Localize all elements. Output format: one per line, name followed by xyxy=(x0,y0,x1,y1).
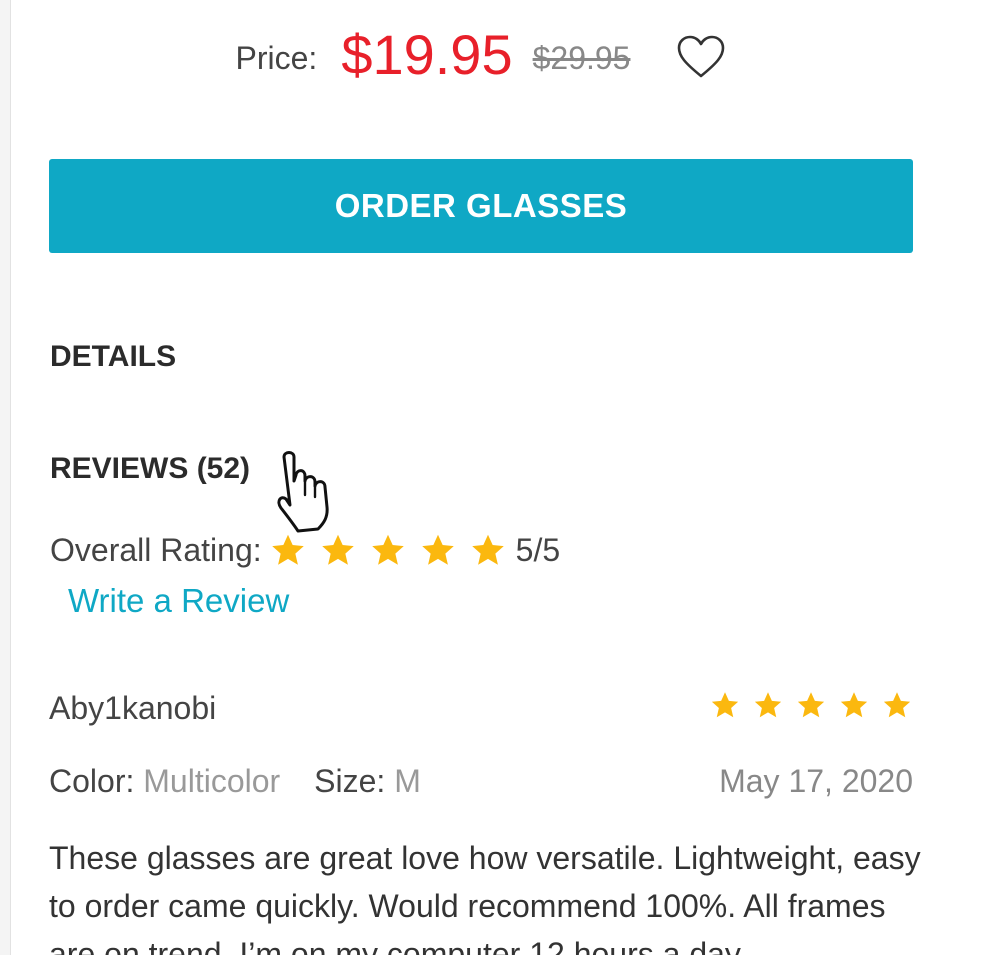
star-icon xyxy=(371,534,404,565)
star-icon xyxy=(711,692,739,718)
original-price: $29.95 xyxy=(532,39,631,76)
star-icon xyxy=(271,534,304,565)
star-icon xyxy=(321,534,354,565)
price-label: Price: xyxy=(235,39,318,76)
reviews-tab[interactable]: REVIEWS (52) xyxy=(50,452,250,486)
review-stars xyxy=(710,690,925,720)
star-icon xyxy=(840,692,868,718)
overall-rating-label: Overall Rating: xyxy=(50,531,262,568)
overall-rating: Overall Rating: 5/5 xyxy=(50,528,560,572)
star-icon xyxy=(754,692,782,718)
left-divider xyxy=(0,0,11,955)
write-review-link[interactable]: Write a Review xyxy=(68,582,289,620)
star-icon xyxy=(421,534,454,565)
color-value: Multicolor xyxy=(143,763,281,799)
product-page: Price: $19.95 $29.95 ORDER GLASSES DETAI… xyxy=(0,0,992,955)
size-label: Size: xyxy=(314,763,386,799)
current-price: $19.95 xyxy=(341,22,513,86)
review-text: These glasses are great love how versati… xyxy=(49,840,921,955)
review-author: Aby1kanobi xyxy=(49,690,217,726)
details-tab[interactable]: DETAILS xyxy=(50,340,176,374)
heart-icon[interactable] xyxy=(676,34,726,80)
order-glasses-button[interactable]: ORDER GLASSES xyxy=(49,159,913,253)
review-date: May 17, 2020 xyxy=(719,763,913,799)
review-meta: Color: Multicolor Size: M xyxy=(49,763,421,800)
price-row: Price: $19.95 $29.95 xyxy=(0,14,962,94)
color-label: Color: xyxy=(49,763,135,799)
star-icon xyxy=(797,692,825,718)
hand-pointer-icon xyxy=(277,451,329,533)
star-icon xyxy=(883,692,911,718)
star-icon xyxy=(471,534,504,565)
overall-rating-value: 5/5 xyxy=(515,531,561,568)
overall-rating-stars xyxy=(270,532,520,568)
size-value: M xyxy=(394,763,421,799)
